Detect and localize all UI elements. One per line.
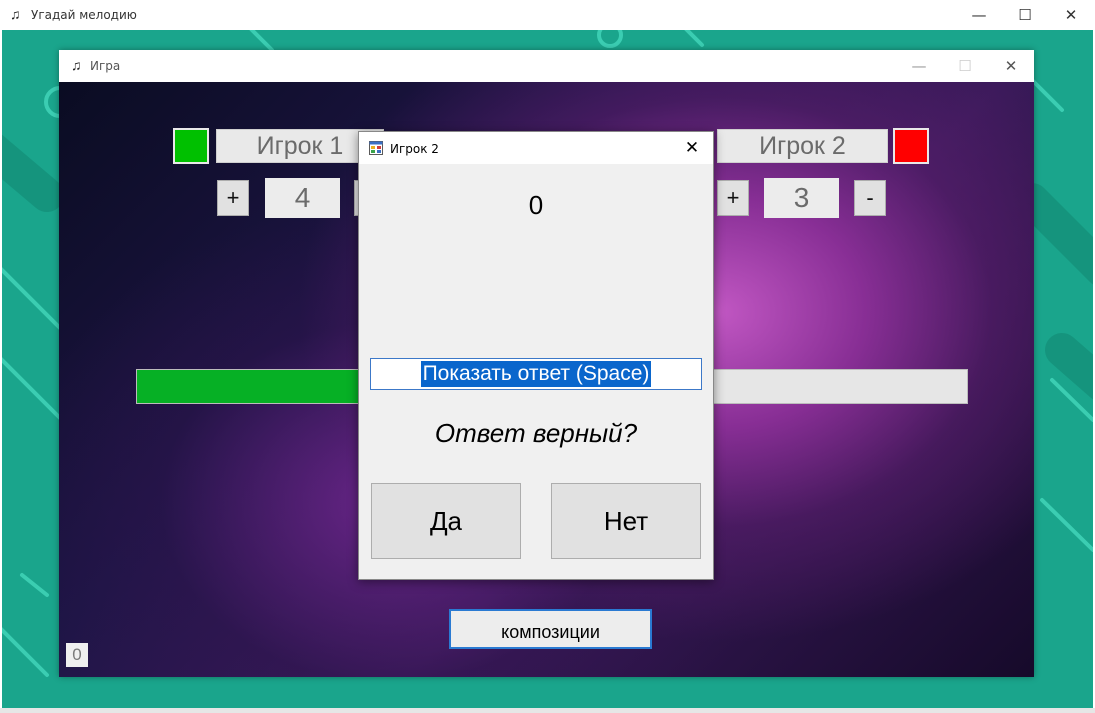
app-form-icon xyxy=(369,141,383,155)
outer-minimize-button[interactable]: — xyxy=(956,0,1002,30)
show-answer-label: Показать ответ (Space) xyxy=(420,361,652,387)
dialog-title: Игрок 2 xyxy=(390,142,439,156)
player2-minus-button[interactable]: - xyxy=(854,180,886,216)
answer-question: Ответ верный? xyxy=(434,418,638,448)
game-titlebar: ♫ Игра — ☐ ✕ xyxy=(59,50,1034,82)
yes-button[interactable]: Да xyxy=(371,483,521,559)
player1-color-swatch xyxy=(173,128,209,164)
outer-bottom-strip xyxy=(0,708,1095,713)
compositions-button[interactable]: композиции xyxy=(449,609,652,649)
outer-window-title: Угадай мелодию xyxy=(31,8,137,22)
game-minimize-button[interactable]: — xyxy=(896,50,942,82)
dialog-value: 0 xyxy=(528,190,544,220)
game-maximize-button[interactable]: ☐ xyxy=(942,50,988,82)
counter-label: 0 xyxy=(66,643,88,667)
player2-dialog: Игрок 2 ✕ 0 Показать ответ (Space) Ответ… xyxy=(358,131,714,580)
outer-maximize-button[interactable]: ☐ xyxy=(1002,0,1048,30)
game-close-button[interactable]: ✕ xyxy=(988,50,1034,82)
player2-score: 3 xyxy=(764,178,839,218)
music-note-icon: ♫ xyxy=(71,57,82,73)
dialog-titlebar: Игрок 2 ✕ xyxy=(359,132,713,164)
progress-fill xyxy=(137,370,386,403)
outer-close-button[interactable]: ✕ xyxy=(1048,0,1094,30)
outer-titlebar: ♫ Угадай мелодию — ☐ ✕ xyxy=(0,0,1095,30)
music-note-icon: ♫ xyxy=(10,6,21,22)
show-answer-button[interactable]: Показать ответ (Space) xyxy=(370,358,702,390)
no-button[interactable]: Нет xyxy=(551,483,701,559)
game-window-title: Игра xyxy=(90,59,121,73)
dialog-close-button[interactable]: ✕ xyxy=(679,136,705,160)
player1-plus-button[interactable]: + xyxy=(217,180,249,216)
player2-plus-button[interactable]: + xyxy=(717,180,749,216)
player1-score: 4 xyxy=(265,178,340,218)
player2-color-swatch xyxy=(893,128,929,164)
player2-name: Игрок 2 xyxy=(717,129,888,163)
